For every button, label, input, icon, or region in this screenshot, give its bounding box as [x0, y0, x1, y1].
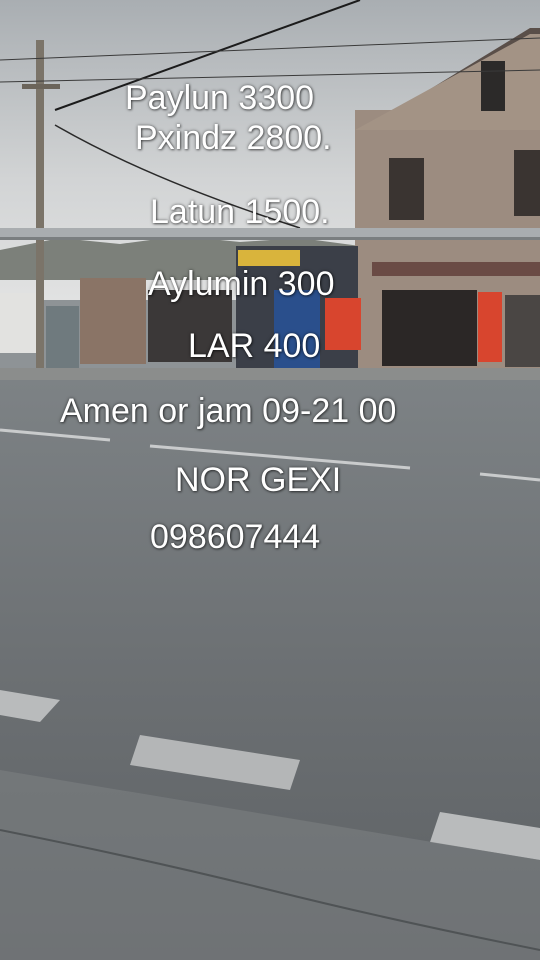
truck	[0, 293, 36, 353]
phone-number: 098607444	[150, 518, 321, 556]
building-awning	[372, 262, 540, 276]
price-aylumin: Aylumin 300	[148, 265, 335, 303]
shop-door	[382, 290, 477, 366]
building-window-top	[481, 61, 505, 111]
small-board	[46, 306, 79, 372]
utility-pole	[36, 40, 44, 370]
pole-crossbar	[22, 84, 60, 89]
photo-scene: Paylun 3300 Pxindz 2800. Latun 1500. Ayl…	[0, 0, 540, 960]
location-name: NOR GEXI	[175, 461, 342, 499]
working-hours: Amen or jam 09-21 00	[60, 392, 397, 430]
building-window-right	[514, 150, 540, 216]
gas-pipe-shadow	[0, 237, 540, 240]
price-lar: LAR 400	[188, 327, 321, 365]
wall-block	[80, 278, 146, 364]
shop-window	[505, 295, 540, 367]
sidewalk	[0, 368, 540, 382]
price-latun: Latun 1500.	[150, 193, 330, 231]
price-paylun: Paylun 3300	[125, 79, 315, 117]
shop-sign-red	[478, 292, 502, 362]
building-window-left	[389, 158, 424, 220]
kiosk-sign-red	[325, 298, 361, 350]
price-pxindz: Pxindz 2800.	[135, 119, 332, 157]
